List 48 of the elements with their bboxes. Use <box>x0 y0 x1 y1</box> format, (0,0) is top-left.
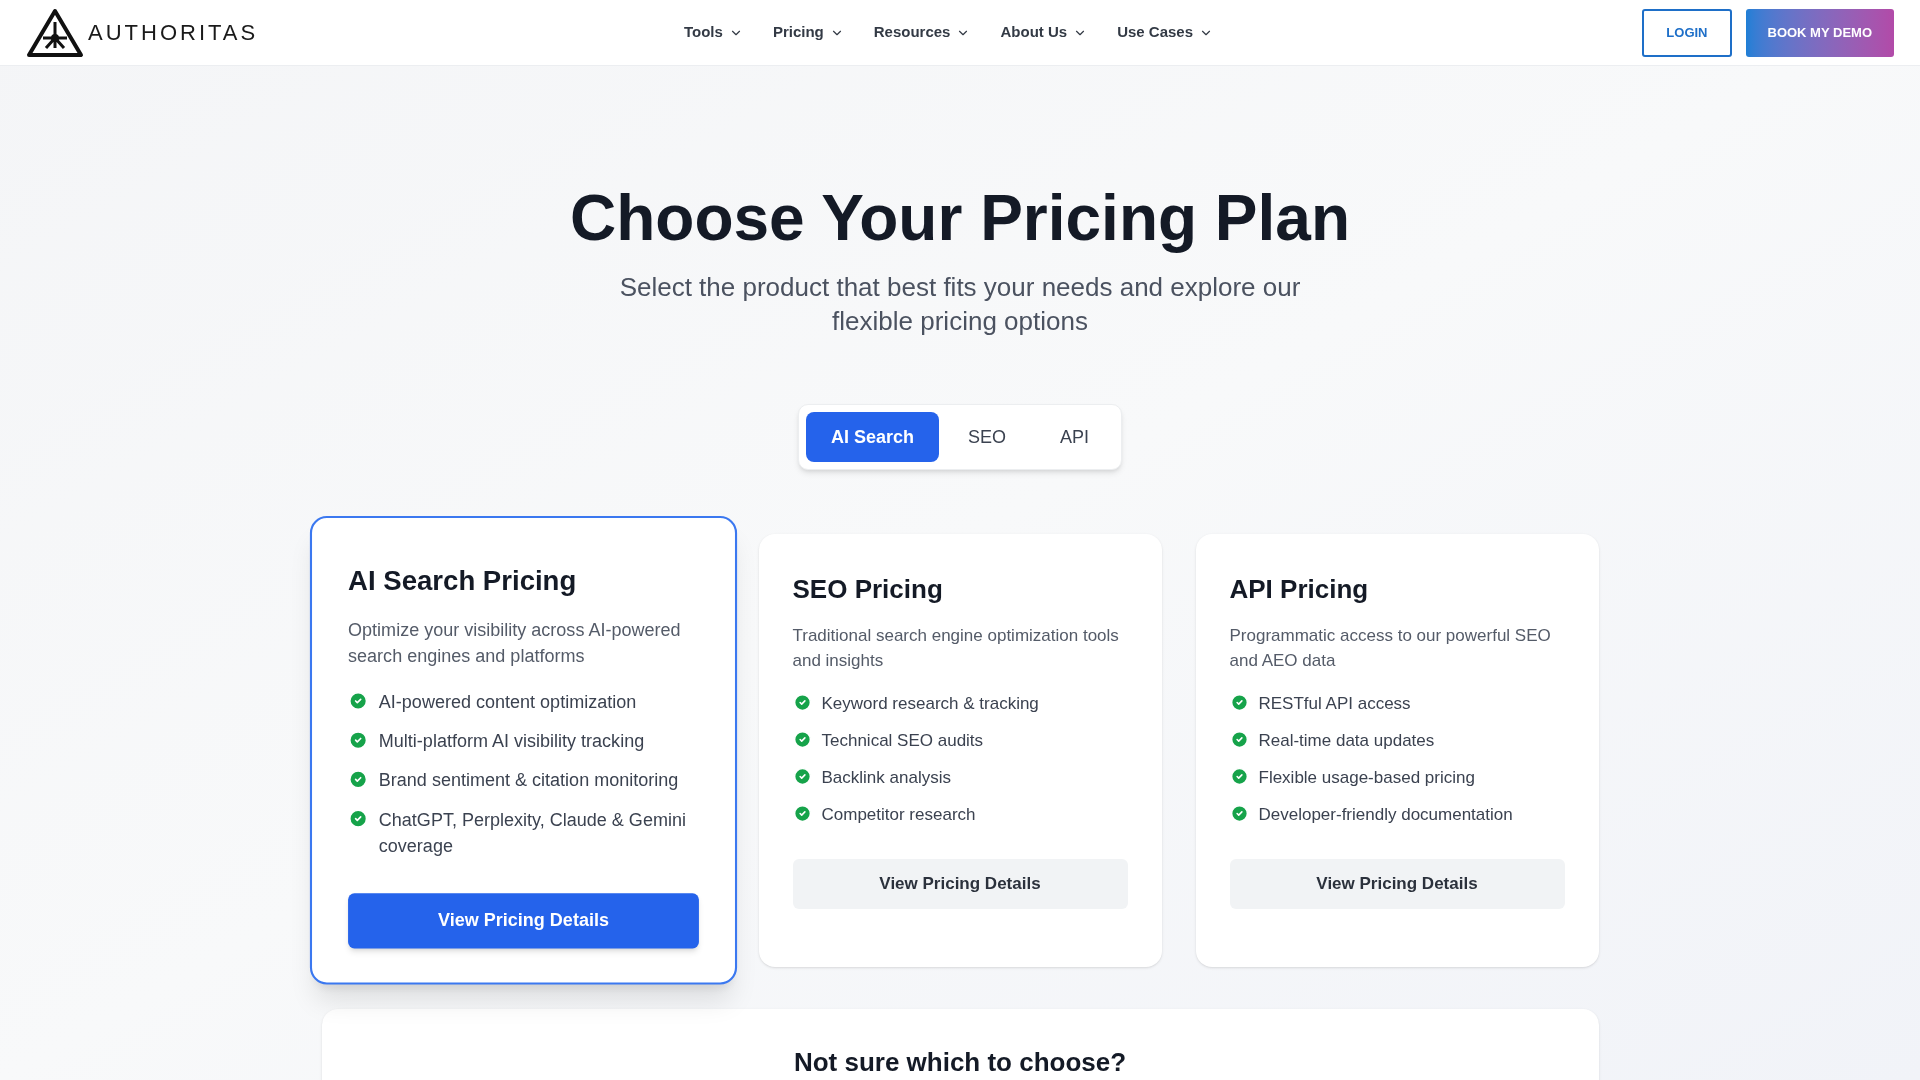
nav-menu-item[interactable]: About Us <box>1000 21 1088 44</box>
help-title: Not sure which to choose? <box>793 1046 1127 1079</box>
feature-text: Competitor research <box>821 804 976 826</box>
product-tab[interactable]: API <box>1035 412 1115 462</box>
feature-text: Technical SEO audits <box>821 730 984 752</box>
check-circle-icon <box>1229 693 1249 712</box>
feature-text: RESTful API access <box>1258 693 1411 715</box>
check-circle-icon <box>1229 804 1249 823</box>
view-pricing-details-button[interactable]: View Pricing Details <box>792 859 1128 909</box>
check-circle-icon <box>792 767 812 786</box>
check-circle-icon <box>1229 730 1249 749</box>
book-demo-button[interactable]: BOOK MY DEMO <box>1745 8 1894 57</box>
card-description: Programmatic access to our powerful SEO and AEO data <box>1229 625 1552 672</box>
card-description: Optimize your visibility across AI-powered search engines and platforms <box>347 618 682 669</box>
feature-text: Real-time data updates <box>1258 730 1435 752</box>
card-description: Traditional search engine optimization tools and insights <box>792 625 1120 672</box>
nav-menu-item[interactable]: Use Cases <box>1117 21 1214 44</box>
nav-menu-item[interactable]: Tools <box>684 21 743 44</box>
check-circle-icon <box>792 730 812 749</box>
check-circle-icon <box>792 804 812 823</box>
nav-menu-item[interactable]: Pricing <box>772 21 844 44</box>
card-title: API Pricing <box>1229 573 1370 606</box>
card-title: AI Search Pricing <box>347 563 577 599</box>
check-circle-icon <box>347 769 368 790</box>
feature-text: ChatGPT, Perplexity, Claude & Gemini coverage <box>378 808 687 859</box>
page-title: Choose Your Pricing Plan <box>570 181 1350 256</box>
check-circle-icon <box>347 808 368 829</box>
feature-text: Flexible usage-based pricing <box>1258 767 1475 789</box>
check-circle-icon <box>347 690 368 712</box>
product-tab[interactable]: SEO <box>943 412 1031 462</box>
feature-text: Developer-friendly documentation <box>1258 804 1513 826</box>
feature-text: Multi-platform AI visibility tracking <box>378 730 644 754</box>
page-subtitle: Select the product that best fits your needs and explore our flexible pricing options <box>618 271 1302 338</box>
nav-menu-item[interactable]: Resources <box>873 21 971 44</box>
feature-text: Brand sentiment & citation monitoring <box>378 769 678 793</box>
view-pricing-details-button[interactable]: View Pricing Details <box>1229 859 1565 909</box>
card-title: SEO Pricing <box>792 573 944 606</box>
feature-text: Backlink analysis <box>821 767 951 789</box>
product-tab[interactable]: AI Search <box>805 412 939 462</box>
login-button[interactable]: LOGIN <box>1642 8 1732 57</box>
check-circle-icon <box>347 730 368 751</box>
check-circle-icon <box>1229 767 1249 786</box>
feature-text: AI-powered content optimization <box>378 690 636 715</box>
feature-text: Keyword research & tracking <box>821 693 1039 715</box>
logo-text[interactable]: AUTHORITAS <box>88 16 259 49</box>
check-circle-icon <box>792 693 812 712</box>
view-pricing-details-button[interactable]: View Pricing Details <box>347 893 699 949</box>
logo-icon <box>26 7 84 58</box>
